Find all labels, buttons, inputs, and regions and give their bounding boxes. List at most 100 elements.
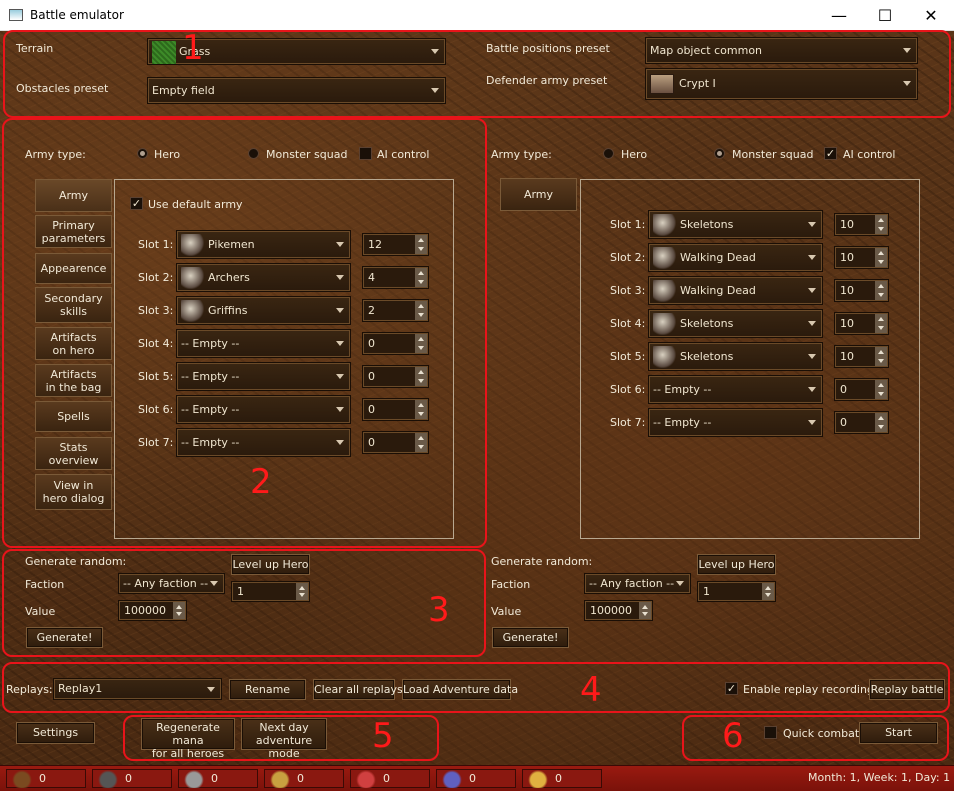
right-slot-count-value: 10 xyxy=(840,350,854,363)
right-slot-count[interactable]: 10 xyxy=(834,279,889,302)
right-slot-unit: -- Empty -- xyxy=(653,383,712,396)
mercury-icon xyxy=(95,770,121,788)
right-ai-checkbox[interactable]: ✓ xyxy=(824,147,837,160)
right-slot-count-value: 0 xyxy=(840,383,847,396)
right-slot-unit-combo[interactable]: -- Empty -- xyxy=(648,375,823,404)
right-slot-unit-combo[interactable]: Skeletons xyxy=(648,342,823,371)
annotation-number-4: 4 xyxy=(580,670,602,710)
creature-icon xyxy=(653,346,677,368)
resource-item: 0 xyxy=(522,769,602,788)
right-slot-unit-combo[interactable]: Walking Dead xyxy=(648,276,823,305)
annotation-box-4 xyxy=(2,662,950,713)
right-slot-count[interactable]: 0 xyxy=(834,411,889,434)
chevron-down-icon xyxy=(808,288,816,293)
annotation-number-5: 5 xyxy=(372,716,394,756)
right-slot-unit-combo[interactable]: -- Empty -- xyxy=(648,408,823,437)
creature-icon xyxy=(653,280,677,302)
chevron-down-icon xyxy=(808,420,816,425)
right-hero-radio[interactable] xyxy=(603,148,614,159)
resource-value: 0 xyxy=(383,772,390,785)
right-slot-label: Slot 4: xyxy=(610,317,646,330)
right-slot-unit: Skeletons xyxy=(680,350,734,363)
annotation-number-2: 2 xyxy=(250,462,272,502)
right-slot-unit: Walking Dead xyxy=(680,251,756,264)
annotation-box-3 xyxy=(2,549,486,657)
right-slot-unit: Walking Dead xyxy=(680,284,756,297)
right-slot-label: Slot 3: xyxy=(610,284,646,297)
gold-icon xyxy=(525,770,551,788)
annotation-number-6: 6 xyxy=(722,716,744,756)
resource-item: 0 xyxy=(264,769,344,788)
right-slot-label: Slot 6: xyxy=(610,383,646,396)
window-title: Battle emulator xyxy=(30,8,124,22)
gems-icon xyxy=(439,770,465,788)
resource-bar: 0 0 0 0 0 0 0 Month: 1, Week: 1, Day: 1 xyxy=(0,765,954,791)
creature-icon xyxy=(653,313,677,335)
right-slot-count[interactable]: 10 xyxy=(834,213,889,236)
right-slot-count[interactable]: 0 xyxy=(834,378,889,401)
right-ai-label: AI control xyxy=(843,148,896,161)
spin-down-icon[interactable] xyxy=(875,323,887,333)
date-label: Month: 1, Week: 1, Day: 1 xyxy=(808,771,951,784)
maximize-button[interactable]: ☐ xyxy=(862,0,908,31)
app-icon xyxy=(9,9,23,21)
spin-down-icon[interactable] xyxy=(875,422,887,432)
ore-icon xyxy=(181,770,207,788)
right-slot-unit-combo[interactable]: Walking Dead xyxy=(648,243,823,272)
sulfur-icon xyxy=(267,770,293,788)
spin-down-icon[interactable] xyxy=(875,389,887,399)
right-gen-title: Generate random: xyxy=(491,555,593,568)
right-faction-combo[interactable]: -- Any faction -- xyxy=(584,573,691,594)
close-button[interactable]: ✕ xyxy=(908,0,954,31)
resource-value: 0 xyxy=(469,772,476,785)
right-faction-label: Faction xyxy=(491,578,531,591)
right-slot-label: Slot 2: xyxy=(610,251,646,264)
right-monster-label: Monster squad xyxy=(732,148,814,161)
spin-down-icon[interactable] xyxy=(875,356,887,366)
annotation-box-2 xyxy=(2,118,487,548)
right-monster-radio[interactable] xyxy=(714,148,725,159)
chevron-down-icon xyxy=(808,321,816,326)
spin-down-icon[interactable] xyxy=(875,224,887,234)
right-slot-count-value: 0 xyxy=(840,416,847,429)
right-slot-count-value: 10 xyxy=(840,218,854,231)
right-faction-value: -- Any faction -- xyxy=(589,577,675,590)
chevron-down-icon xyxy=(808,255,816,260)
annotation-box-1 xyxy=(3,30,951,118)
minimize-button[interactable]: — xyxy=(816,0,862,31)
right-slot-count-value: 10 xyxy=(840,284,854,297)
right-slot-count[interactable]: 10 xyxy=(834,246,889,269)
spin-down-icon[interactable] xyxy=(875,290,887,300)
right-slot-count[interactable]: 10 xyxy=(834,312,889,335)
chevron-down-icon xyxy=(808,222,816,227)
resource-value: 0 xyxy=(555,772,562,785)
resource-item: 0 xyxy=(436,769,516,788)
spin-down-icon[interactable] xyxy=(875,257,887,267)
annotation-number-1: 1 xyxy=(182,28,204,68)
right-slot-unit: -- Empty -- xyxy=(653,416,712,429)
right-level-spin[interactable]: 1 xyxy=(697,581,776,602)
right-level-value: 1 xyxy=(703,585,710,598)
chevron-down-icon xyxy=(808,387,816,392)
resource-item: 0 xyxy=(178,769,258,788)
right-level-up-button[interactable]: Level up Hero xyxy=(697,554,776,575)
spin-down-icon[interactable] xyxy=(639,609,651,619)
right-slot-unit: Skeletons xyxy=(680,218,734,231)
right-slot-count[interactable]: 10 xyxy=(834,345,889,368)
resource-value: 0 xyxy=(211,772,218,785)
title-bar: Battle emulator — ☐ ✕ xyxy=(0,0,954,31)
right-slot-unit-combo[interactable]: Skeletons xyxy=(648,309,823,338)
right-tab-army[interactable]: Army xyxy=(500,178,577,211)
resource-value: 0 xyxy=(39,772,46,785)
right-army-type-label: Army type: xyxy=(491,148,552,161)
right-slot-label: Slot 7: xyxy=(610,416,646,429)
right-hero-label: Hero xyxy=(621,148,648,161)
right-generate-button[interactable]: Generate! xyxy=(492,627,569,648)
right-slot-unit-combo[interactable]: Skeletons xyxy=(648,210,823,239)
crystal-icon xyxy=(353,770,379,788)
chevron-down-icon xyxy=(808,354,816,359)
right-value-spin[interactable]: 100000 xyxy=(584,600,653,621)
right-value-label: Value xyxy=(491,605,522,618)
settings-button[interactable]: Settings xyxy=(16,722,95,744)
spin-down-icon[interactable] xyxy=(762,590,774,600)
